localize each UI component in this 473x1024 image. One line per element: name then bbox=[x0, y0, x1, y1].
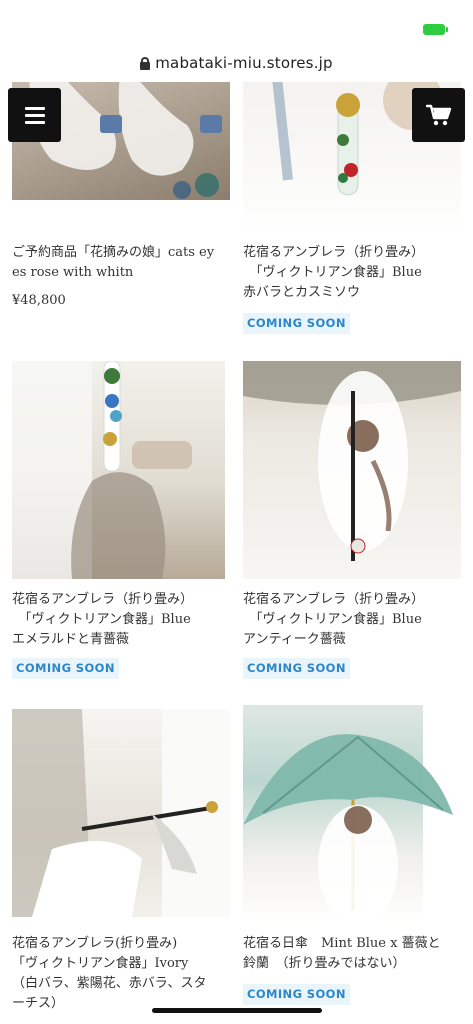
browser-top-bar: mabataki-miu.stores.jp bbox=[0, 0, 473, 82]
hamburger-menu-icon bbox=[24, 106, 45, 110]
url-text: mabataki-miu.stores.jp bbox=[155, 54, 333, 72]
umbrella-photo-icon bbox=[12, 361, 192, 579]
product-price: ¥48,800 bbox=[12, 293, 66, 308]
product-title[interactable]: 花宿るアンブレラ（折り畳み） 「ヴィクトリアン食器」Blue アンティーク薔薇 bbox=[243, 590, 463, 650]
coming-soon-badge: COMING SOON bbox=[12, 658, 119, 679]
coming-soon-badge: COMING SOON bbox=[243, 984, 350, 1005]
product-title[interactable]: 花宿るアンブレラ（折り畳み） 「ヴィクトリアン食器」Blue エメラルドと青薔薇 bbox=[12, 590, 232, 650]
product-image[interactable] bbox=[12, 709, 230, 917]
address-bar[interactable]: mabataki-miu.stores.jp bbox=[0, 54, 473, 72]
product-image[interactable] bbox=[243, 361, 461, 579]
product-card[interactable]: 花宿る日傘 Mint Blue x 薔薇と 鈴蘭 （折り畳みではない） COMI… bbox=[243, 705, 461, 1024]
umbrella-photo-icon bbox=[243, 361, 461, 561]
parasol-photo-icon bbox=[243, 705, 461, 923]
product-card[interactable]: 花宿るアンブレラ（折り畳み） 「ヴィクトリアン食器」Blue エメラルドと青薔薇… bbox=[12, 361, 225, 681]
product-card[interactable]: 花宿るアンブレラ(折り畳み) 「ヴィクトリアン食器」Ivory （白バラ、紫陽花… bbox=[12, 709, 230, 1024]
lock-icon bbox=[140, 57, 151, 70]
shopping-cart-icon bbox=[425, 104, 451, 126]
product-title[interactable]: 花宿る日傘 Mint Blue x 薔薇と 鈴蘭 （折り畳みではない） bbox=[243, 934, 463, 974]
product-title[interactable]: 花宿るアンブレラ(折り畳み) 「ヴィクトリアン食器」Ivory （白バラ、紫陽花… bbox=[12, 934, 232, 1014]
umbrella-photo-icon bbox=[12, 709, 230, 917]
product-image[interactable] bbox=[243, 705, 461, 923]
home-indicator bbox=[152, 1008, 322, 1013]
coming-soon-badge: COMING SOON bbox=[243, 658, 350, 679]
product-card[interactable]: 花宿るアンブレラ（折り畳み） 「ヴィクトリアン食器」Blue アンティーク薔薇 … bbox=[243, 361, 461, 681]
product-title[interactable]: ご予約商品「花摘みの娘」cats ey es rose with whitn bbox=[12, 243, 230, 283]
cart-button[interactable] bbox=[412, 88, 465, 142]
coming-soon-badge: COMING SOON bbox=[243, 313, 350, 334]
product-image[interactable] bbox=[12, 361, 225, 579]
menu-button[interactable] bbox=[8, 88, 61, 142]
battery-icon bbox=[423, 24, 448, 35]
product-title[interactable]: 花宿るアンブレラ（折り畳み） 「ヴィクトリアン食器」Blue 赤バラとカスミソウ bbox=[243, 243, 463, 303]
